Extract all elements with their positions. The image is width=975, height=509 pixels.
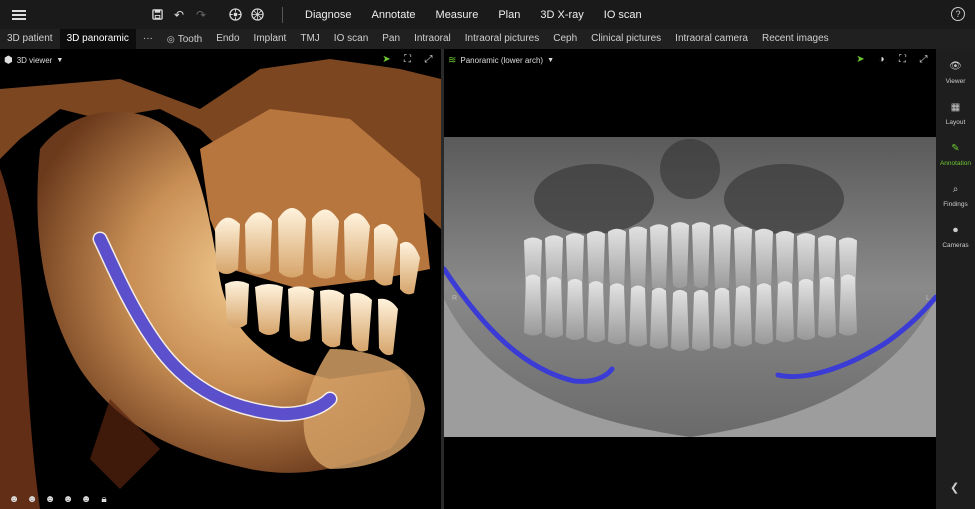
hamburger-icon[interactable] (0, 0, 38, 29)
tab-io-scan[interactable]: IO scan (327, 29, 375, 49)
sidebar-item-cameras[interactable]: ⏺ Cameras (936, 219, 975, 259)
tab-tooth-label: Tooth (177, 34, 203, 45)
findings-icon: ⌕ (952, 184, 959, 195)
menu-diagnose[interactable]: Diagnose (295, 9, 361, 21)
main-menu: Diagnose Annotate Measure Plan 3D X-ray … (295, 9, 652, 21)
tab-implant[interactable]: Implant (247, 29, 294, 49)
menu-plan[interactable]: Plan (488, 9, 530, 21)
tab-ceph[interactable]: Ceph (546, 29, 584, 49)
panoramic-tools: ➤ ◑ ⛶ ⤢ (854, 53, 930, 66)
pointer-icon[interactable]: ➤ (854, 53, 867, 66)
skull-front-icon[interactable]: ☻ (8, 493, 20, 505)
menu-io-scan[interactable]: IO scan (594, 9, 652, 21)
sidebar-item-label: Findings (943, 201, 968, 208)
skull-angle-icon[interactable]: ☻ (44, 493, 56, 505)
tab-recent-images[interactable]: Recent images (755, 29, 836, 49)
sidebar-item-layout[interactable]: ▦ Layout (936, 96, 975, 136)
sidebar-item-annotation[interactable]: ✎ Annotation (936, 137, 975, 177)
tab-clinical-pictures[interactable]: Clinical pictures (584, 29, 668, 49)
chevron-left-icon[interactable]: ❮ (950, 481, 959, 494)
menu-3d-xray[interactable]: 3D X-ray (530, 9, 593, 21)
fullscreen-icon[interactable]: ⤢ (917, 53, 930, 66)
sidebar-item-label: Layout (945, 119, 966, 126)
sidebar-item-viewer[interactable]: 👁︎ Viewer (936, 55, 975, 95)
app-window: ↶ ↷ Diagnose Annotate Measure Plan 3D X-… (0, 0, 975, 509)
tab-more-options[interactable]: ··· (136, 29, 160, 49)
quick-actions: ↶ ↷ (148, 6, 295, 24)
fit-icon[interactable]: ⛶ (401, 53, 414, 66)
tooth-icon: ◎ (166, 34, 175, 44)
3d-viewer-title: 3D viewer (16, 55, 53, 65)
layout-icon: ▦ (950, 102, 961, 113)
tab-bar: 3D patient 3D panoramic ··· ◎ Tooth Endo … (0, 29, 975, 49)
help-icon[interactable]: ? (951, 7, 965, 21)
tab-tooth[interactable]: ◎ Tooth (160, 29, 209, 49)
3d-viewer-tools: ➤ ⛶ ⤢ (380, 53, 435, 66)
side-marker-left: L (926, 295, 930, 302)
contrast-icon[interactable]: ◑ (875, 53, 888, 66)
tab-endo[interactable]: Endo (209, 29, 246, 49)
fullscreen-icon[interactable]: ⤢ (422, 53, 435, 66)
toolbar-divider (282, 6, 283, 23)
right-sidebar: 👁︎ Viewer ▦ Layout ✎ Annotation ⌕ Findin… (936, 49, 975, 509)
view-presets: ☻ ☻ ☻ ☻ ☻ 🔒︎ (8, 493, 110, 505)
sidebar-item-label: Cameras (942, 242, 969, 249)
skull-side-icon[interactable]: ☻ (26, 493, 38, 505)
tab-pan[interactable]: Pan (375, 29, 407, 49)
panoramic-title: Panoramic (lower arch) (460, 55, 544, 65)
tab-3d-patient[interactable]: 3D patient (0, 29, 60, 49)
skull-top-icon[interactable]: ☻ (62, 493, 74, 505)
panoramic-xray-image (444, 137, 936, 437)
sidebar-item-findings[interactable]: ⌕ Findings (936, 178, 975, 218)
tab-intraoral[interactable]: Intraoral (407, 29, 458, 49)
lock-icon[interactable]: 🔒︎ (98, 493, 110, 505)
fit-icon[interactable]: ⛶ (896, 53, 909, 66)
panoramic-header: ≋ Panoramic (lower arch) ▼ (444, 49, 554, 71)
sidebar-item-label: Annotation (939, 160, 972, 167)
panoramic-panel[interactable]: ≋ Panoramic (lower arch) ▼ ➤ ◑ ⛶ ⤢ R L (444, 49, 936, 509)
undo-icon[interactable]: ↶ (170, 6, 188, 24)
cube-icon: ⬢ (4, 54, 13, 66)
redo-icon[interactable]: ↷ (192, 6, 210, 24)
pointer-icon[interactable]: ➤ (380, 53, 393, 66)
pencil-icon: ✎ (951, 143, 960, 154)
chevron-down-icon[interactable]: ▼ (547, 57, 554, 64)
tooth-mode-icon[interactable] (226, 6, 244, 24)
side-marker-right: R (452, 295, 458, 302)
tab-intraoral-pictures[interactable]: Intraoral pictures (458, 29, 546, 49)
menu-measure[interactable]: Measure (426, 9, 489, 21)
eye-icon: 👁︎ (949, 61, 962, 72)
menu-annotate[interactable]: Annotate (361, 9, 425, 21)
arch-icon: ≋ (448, 54, 457, 66)
tab-3d-panoramic[interactable]: 3D panoramic (59, 29, 136, 49)
camera-icon: ⏺ (953, 225, 958, 236)
3d-viewer-panel[interactable]: ⬢ 3D viewer ▼ ➤ ⛶ ⤢ ☻ ☻ ☻ ☻ ☻ 🔒︎ (0, 49, 441, 509)
chevron-down-icon[interactable]: ▼ (56, 57, 63, 64)
settings-wheel-icon[interactable] (248, 6, 266, 24)
top-toolbar: ↶ ↷ Diagnose Annotate Measure Plan 3D X-… (0, 0, 975, 29)
tab-tmj[interactable]: TMJ (293, 29, 326, 49)
skull-back-icon[interactable]: ☻ (80, 493, 92, 505)
3d-skull-render (0, 59, 441, 509)
tab-intraoral-camera[interactable]: Intraoral camera (668, 29, 755, 49)
sidebar-item-label: Viewer (945, 78, 966, 85)
3d-viewer-header: ⬢ 3D viewer ▼ (0, 49, 63, 71)
save-icon[interactable] (148, 6, 166, 24)
